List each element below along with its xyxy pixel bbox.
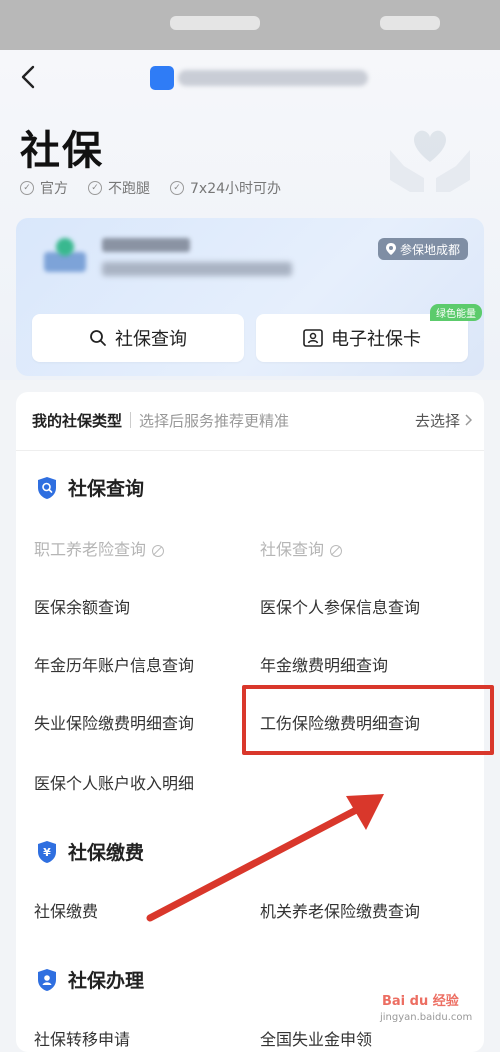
service-item-transfer[interactable]: 社保转移申请 bbox=[34, 1026, 130, 1050]
service-item-gov-pension-payment[interactable]: 机关养老保险缴费查询 bbox=[260, 898, 420, 922]
care-hands-icon bbox=[390, 130, 470, 192]
service-item-annuity-history[interactable]: 年金历年账户信息查询 bbox=[34, 652, 194, 676]
baidu-watermark: Bai du 经验 bbox=[382, 994, 459, 1009]
location-badge[interactable]: 参保地成都 bbox=[377, 238, 468, 260]
service-item-pension-query: 职工养老险查询 bbox=[34, 536, 165, 560]
section-header-query: 社保查询 bbox=[36, 474, 144, 501]
insurance-type-row[interactable]: 我的社保类型 选择后服务推荐更精准 去选择 bbox=[32, 408, 472, 432]
user-card: 参保地成都 社保查询 电子社保卡 绿色能量 bbox=[16, 218, 484, 376]
feature-official: ✓ 官方 bbox=[20, 178, 68, 198]
svg-text:¥: ¥ bbox=[43, 846, 51, 859]
baidu-watermark-site: jingyan.baidu.com bbox=[380, 1012, 473, 1023]
section-header-payment: ¥ 社保缴费 bbox=[36, 838, 144, 865]
location-pin-icon bbox=[385, 243, 396, 255]
check-circle-icon: ✓ bbox=[20, 181, 34, 195]
shield-yuan-icon: ¥ bbox=[38, 840, 56, 863]
section-header-handle: 社保办理 bbox=[36, 966, 144, 993]
service-item-medical-enrollment[interactable]: 医保个人参保信息查询 bbox=[260, 594, 420, 618]
shield-person-icon bbox=[38, 968, 56, 991]
service-item-payment[interactable]: 社保缴费 bbox=[34, 898, 98, 922]
service-item-social-query: 社保查询 bbox=[260, 536, 343, 560]
choose-type-link[interactable]: 去选择 bbox=[415, 410, 472, 431]
e-social-card-button[interactable]: 电子社保卡 bbox=[256, 314, 468, 362]
highlight-box bbox=[242, 685, 494, 755]
id-card-icon bbox=[303, 329, 323, 347]
service-item-annuity-payment[interactable]: 年金缴费明细查询 bbox=[260, 652, 388, 676]
chevron-right-icon bbox=[465, 414, 472, 426]
app-title-blurred bbox=[150, 64, 370, 92]
feature-24h: ✓ 7x24小时可办 bbox=[170, 178, 281, 198]
page-title: 社保 bbox=[20, 128, 104, 174]
unavailable-icon bbox=[152, 544, 165, 557]
user-name-blurred bbox=[102, 238, 190, 252]
green-energy-badge: 绿色能量 bbox=[430, 304, 482, 321]
status-bar bbox=[0, 0, 500, 50]
feature-list: ✓ 官方 ✓ 不跑腿 ✓ 7x24小时可办 bbox=[20, 178, 281, 198]
service-item-unemployment-claim[interactable]: 全国失业金申领 bbox=[260, 1026, 372, 1050]
check-circle-icon: ✓ bbox=[170, 181, 184, 195]
shield-search-icon bbox=[38, 476, 56, 499]
service-item-medical-income[interactable]: 医保个人账户收入明细 bbox=[34, 770, 194, 794]
search-icon bbox=[90, 330, 106, 346]
social-security-query-button[interactable]: 社保查询 bbox=[32, 314, 244, 362]
service-item-unemployment-payment[interactable]: 失业保险缴费明细查询 bbox=[34, 710, 194, 734]
unavailable-icon bbox=[330, 544, 343, 557]
back-arrow-icon[interactable] bbox=[16, 64, 42, 90]
service-item-medical-balance[interactable]: 医保余额查询 bbox=[34, 594, 130, 618]
feature-no-errand: ✓ 不跑腿 bbox=[88, 178, 150, 198]
avatar bbox=[44, 238, 86, 280]
app-logo-icon bbox=[150, 66, 174, 90]
user-id-blurred bbox=[102, 262, 292, 276]
check-circle-icon: ✓ bbox=[88, 181, 102, 195]
